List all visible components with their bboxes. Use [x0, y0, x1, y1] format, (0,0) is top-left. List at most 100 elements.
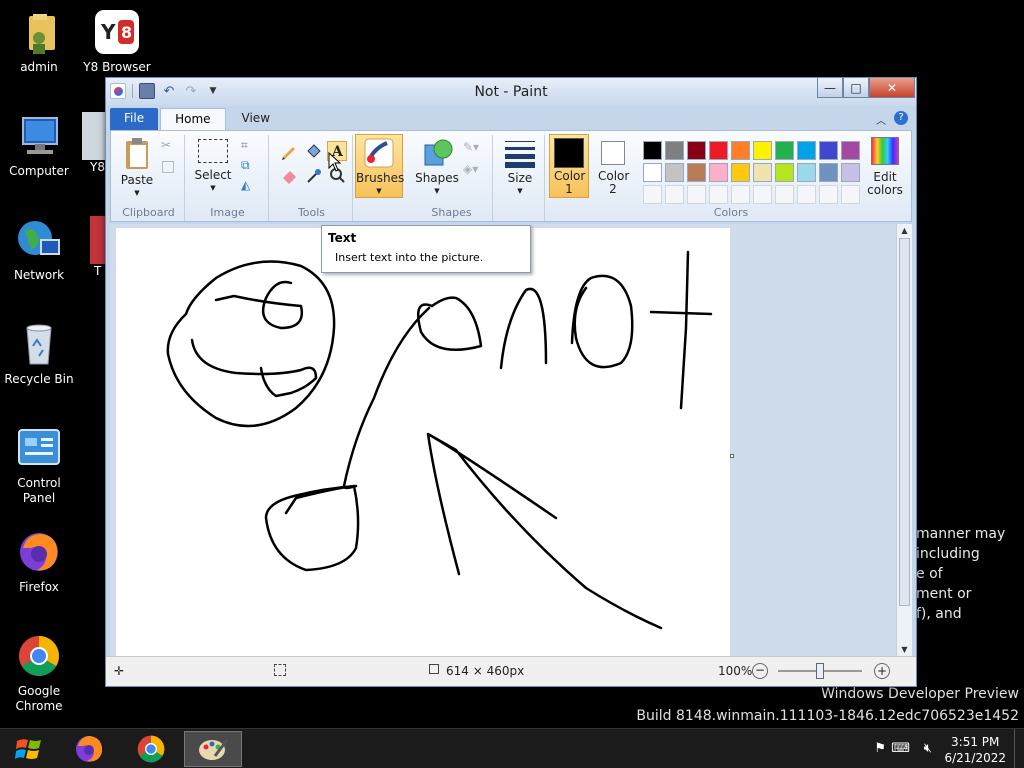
title-bar[interactable]: ↶ ↷ ▼ Not - Paint — □ ✕ — [106, 78, 916, 106]
palette-swatch[interactable] — [775, 141, 794, 160]
desktop-icon-firefox[interactable]: Firefox — [0, 528, 78, 595]
canvas-resize-handle[interactable] — [730, 454, 734, 458]
show-desktop-button[interactable] — [1014, 729, 1024, 768]
cut-icon[interactable]: ✂ — [161, 139, 171, 152]
palette-swatch[interactable] — [665, 163, 684, 182]
scroll-up-icon[interactable]: ▲ — [897, 224, 912, 235]
palette-swatch[interactable] — [643, 163, 662, 182]
zoom-in-button[interactable]: + — [874, 663, 890, 679]
desktop-icon-partial[interactable]: T — [90, 216, 106, 279]
recycle-bin-icon — [15, 320, 63, 368]
copy-icon[interactable] — [162, 161, 174, 173]
shapes-button[interactable]: Shapes ▼ — [415, 137, 459, 198]
resize-icon[interactable]: ⧉ — [241, 159, 250, 172]
color1-button[interactable]: Color 1 — [549, 134, 589, 198]
shapes-label: Shapes — [431, 206, 472, 219]
palette-swatch[interactable] — [819, 141, 838, 160]
palette-swatch[interactable] — [687, 163, 706, 182]
help-icon[interactable]: ? — [894, 111, 908, 125]
palette-swatch[interactable] — [775, 185, 794, 204]
fill-icon[interactable] — [303, 141, 323, 161]
maximize-button[interactable]: □ — [843, 78, 869, 98]
network-tray-icon[interactable]: ⌨ — [891, 741, 910, 756]
scroll-down-icon[interactable]: ▼ — [897, 645, 912, 654]
zoom-slider-thumb[interactable] — [816, 663, 824, 679]
action-center-flag-icon[interactable]: ⚑ — [874, 741, 886, 756]
eraser-icon[interactable] — [279, 165, 299, 185]
palette-swatch[interactable] — [841, 141, 860, 160]
palette-swatch[interactable] — [709, 163, 728, 182]
palette-swatch[interactable] — [775, 163, 794, 182]
start-button[interactable] — [0, 731, 58, 767]
edit-colors-button[interactable]: Edit colors — [863, 135, 907, 197]
palette-swatch[interactable] — [797, 163, 816, 182]
taskbar-chrome[interactable] — [122, 731, 180, 767]
select-label: Select — [194, 168, 232, 182]
close-button[interactable]: ✕ — [869, 78, 915, 98]
palette-swatch[interactable] — [841, 163, 860, 182]
paint-window: ↶ ↷ ▼ Not - Paint — □ ✕ File Home View ︿… — [105, 77, 917, 687]
desktop-icon-label: admin — [20, 60, 58, 74]
desktop-icon-control-panel[interactable]: Control Panel — [0, 424, 78, 506]
canvas-area: ▲ ▼ — [110, 224, 912, 656]
desktop-icon-label: Y8 — [90, 160, 105, 174]
pencil-icon[interactable] — [279, 141, 299, 161]
palette-swatch[interactable] — [643, 185, 662, 204]
start-orb-icon — [15, 739, 41, 759]
desktop-icon-y8-browser[interactable]: Y8 Y8 Browser — [78, 8, 156, 75]
taskbar-firefox[interactable] — [60, 731, 118, 767]
zoom-out-button[interactable]: − — [752, 663, 768, 679]
brushes-button[interactable]: Brushes ▼ — [355, 134, 404, 198]
desktop-icon-admin[interactable]: admin — [0, 8, 78, 75]
desktop-icon-partial[interactable]: Y8 — [82, 112, 106, 175]
minimize-button[interactable]: — — [817, 78, 843, 98]
palette-swatch[interactable] — [841, 185, 860, 204]
clock[interactable]: 3:51 PM 6/21/2022 — [944, 734, 1006, 766]
desktop-icon-network[interactable]: Network — [0, 216, 78, 283]
watermark-line1: Windows Developer Preview — [821, 686, 1019, 702]
palette-swatch[interactable] — [753, 185, 772, 204]
watermark-line2: Build 8148.winmain.111103-1846.12edc7065… — [636, 708, 1019, 724]
volume-muted-icon[interactable]: 🔇︎ — [924, 741, 932, 756]
desktop-icon-google-chrome[interactable]: Google Chrome — [0, 632, 78, 714]
stroke-mouth — [190, 338, 318, 398]
color2-button[interactable]: Color 2 — [593, 135, 633, 196]
palette-swatch[interactable] — [819, 185, 838, 204]
palette-swatch[interactable] — [643, 141, 662, 160]
palette-swatch[interactable] — [665, 141, 684, 160]
background-text: manner may including e of ment or f), an… — [916, 526, 1006, 622]
palette-swatch[interactable] — [665, 185, 684, 204]
tab-view[interactable]: View — [228, 108, 284, 130]
desktop-icon-computer[interactable]: Computer — [0, 112, 78, 179]
vertical-scrollbar[interactable]: ▲ ▼ — [896, 224, 912, 656]
palette-swatch[interactable] — [687, 141, 706, 160]
cursor-position-icon: ✛ — [114, 664, 125, 678]
chrome-icon — [137, 735, 165, 763]
palette-swatch[interactable] — [731, 185, 750, 204]
palette-swatch[interactable] — [753, 163, 772, 182]
size-button[interactable]: Size ▼ — [501, 137, 539, 198]
palette-swatch[interactable] — [753, 141, 772, 160]
palette-swatch[interactable] — [731, 163, 750, 182]
drawing-canvas[interactable] — [116, 228, 734, 656]
palette-swatch[interactable] — [687, 185, 706, 204]
taskbar-paint[interactable] — [184, 731, 242, 767]
select-button[interactable]: Select ▼ — [193, 137, 233, 195]
tab-home[interactable]: Home — [160, 108, 226, 130]
palette-swatch[interactable] — [819, 163, 838, 182]
fill-shape-icon[interactable]: ◈▾ — [463, 163, 478, 176]
desktop-icon-recycle-bin[interactable]: Recycle Bin — [0, 320, 78, 387]
palette-swatch[interactable] — [709, 141, 728, 160]
tab-file[interactable]: File — [110, 108, 159, 130]
palette-swatch[interactable] — [731, 141, 750, 160]
crop-icon[interactable]: ⌗ — [241, 139, 248, 152]
palette-swatch[interactable] — [797, 141, 816, 160]
color-picker-icon[interactable] — [303, 165, 323, 185]
rotate-icon[interactable]: ◭ — [241, 179, 250, 192]
minimize-ribbon-icon[interactable]: ︿ — [876, 112, 886, 127]
outline-icon[interactable]: ✎▾ — [463, 141, 479, 154]
scrollbar-thumb[interactable] — [899, 238, 910, 606]
palette-swatch[interactable] — [797, 185, 816, 204]
paste-button[interactable]: Paste ▼ — [119, 137, 155, 200]
palette-swatch[interactable] — [709, 185, 728, 204]
